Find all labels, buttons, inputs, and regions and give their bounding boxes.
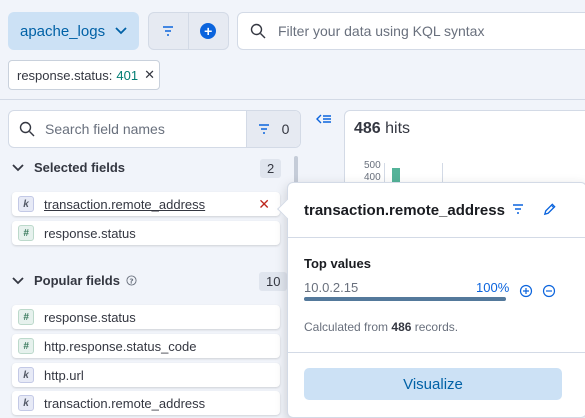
top-value-bar-track xyxy=(304,297,506,301)
field-name: response.status xyxy=(44,225,136,241)
y-tick-label: 500 xyxy=(364,160,381,171)
number-type-icon: # xyxy=(18,225,34,241)
filter-menu-button[interactable] xyxy=(149,13,189,49)
info-icon: ? xyxy=(126,275,137,286)
field-name: transaction.remote_address xyxy=(44,196,206,212)
popover-title: transaction.remote_address xyxy=(304,202,505,219)
visualize-label: Visualize xyxy=(403,375,463,393)
top-value-percent: 100% xyxy=(476,280,510,295)
calculated-suffix: records. xyxy=(414,320,459,334)
filter-pill[interactable]: response.status: 401 ✕ xyxy=(8,60,160,90)
svg-text:?: ? xyxy=(129,276,133,285)
kql-placeholder: Filter your data using KQL syntax xyxy=(278,23,485,39)
field-search-placeholder: Search field names xyxy=(45,121,165,137)
data-view-selector[interactable]: apache_logs xyxy=(8,12,139,50)
field-filter-button[interactable]: 0 xyxy=(246,111,300,147)
calculated-from-text: Calculated from 486 records. xyxy=(304,320,458,334)
remove-filter-icon[interactable]: ✕ xyxy=(144,67,155,83)
query-actions-group: + xyxy=(148,12,229,50)
search-icon xyxy=(19,121,35,137)
filter-icon xyxy=(163,26,174,36)
popular-field-item[interactable]: # http.response.status_code xyxy=(12,334,280,358)
popular-field-item[interactable]: # response.status xyxy=(12,305,280,329)
search-icon xyxy=(250,23,266,39)
plus-circle-icon: + xyxy=(200,23,217,39)
field-filter-count: 0 xyxy=(281,121,290,137)
pencil-icon[interactable] xyxy=(542,202,557,217)
chevron-down-icon xyxy=(12,276,24,284)
calculated-count: 486 xyxy=(391,320,412,334)
keyword-type-icon: k xyxy=(18,367,34,383)
top-value-label: 10.0.2.15 xyxy=(304,280,359,295)
collapse-sidebar-icon[interactable] xyxy=(316,112,332,128)
selected-fields-title: Selected fields xyxy=(34,160,126,175)
histogram-bar xyxy=(392,168,400,182)
popular-field-item[interactable]: k transaction.remote_address xyxy=(12,391,280,415)
gridline xyxy=(384,163,385,182)
calculated-prefix: Calculated from xyxy=(304,320,389,334)
data-view-label: apache_logs xyxy=(20,22,106,40)
field-name: http.url xyxy=(44,367,84,383)
keyword-type-icon: k xyxy=(18,196,34,212)
number-type-icon: # xyxy=(18,309,34,325)
field-name: http.response.status_code xyxy=(44,338,197,354)
gridline xyxy=(442,163,443,182)
keyword-type-icon: k xyxy=(18,395,34,411)
hits-label: hits xyxy=(385,120,411,137)
chevron-down-icon xyxy=(115,27,127,35)
selected-field-item[interactable]: # response.status xyxy=(12,221,280,245)
filter-out-value-icon[interactable] xyxy=(542,284,556,298)
field-name: response.status xyxy=(44,309,136,325)
popular-fields-title: Popular fields xyxy=(34,273,120,288)
popover-divider xyxy=(288,237,585,238)
visualize-button[interactable]: Visualize xyxy=(304,368,562,400)
popular-field-item[interactable]: k http.url xyxy=(12,363,280,387)
chevron-down-icon xyxy=(12,163,24,171)
hits-counter: 486 hits xyxy=(354,120,410,138)
selected-field-item[interactable]: k transaction.remote_address ✕ xyxy=(12,192,280,216)
remove-field-icon[interactable]: ✕ xyxy=(258,196,270,213)
field-search-input[interactable]: Search field names 0 xyxy=(8,110,301,148)
field-name: transaction.remote_address xyxy=(44,395,206,411)
filter-for-value-icon[interactable] xyxy=(519,284,533,298)
selected-fields-header[interactable]: Selected fields xyxy=(12,160,125,175)
filter-icon[interactable] xyxy=(512,204,524,214)
hits-count: 486 xyxy=(354,120,381,137)
filter-pill-value: 401 xyxy=(116,67,139,83)
filter-pill-field: response.status: xyxy=(17,67,113,83)
add-filter-button[interactable]: + xyxy=(189,13,229,49)
filter-icon xyxy=(258,124,269,134)
popover-divider xyxy=(288,352,585,353)
popular-fields-header[interactable]: Popular fields ? xyxy=(12,273,137,288)
top-value-bar-fill xyxy=(304,297,506,301)
popular-fields-count: 10 xyxy=(259,272,288,291)
top-values-title: Top values xyxy=(304,256,371,271)
number-type-icon: # xyxy=(18,338,34,354)
kql-search-input[interactable]: Filter your data using KQL syntax xyxy=(237,12,585,50)
selected-fields-count: 2 xyxy=(260,159,282,178)
